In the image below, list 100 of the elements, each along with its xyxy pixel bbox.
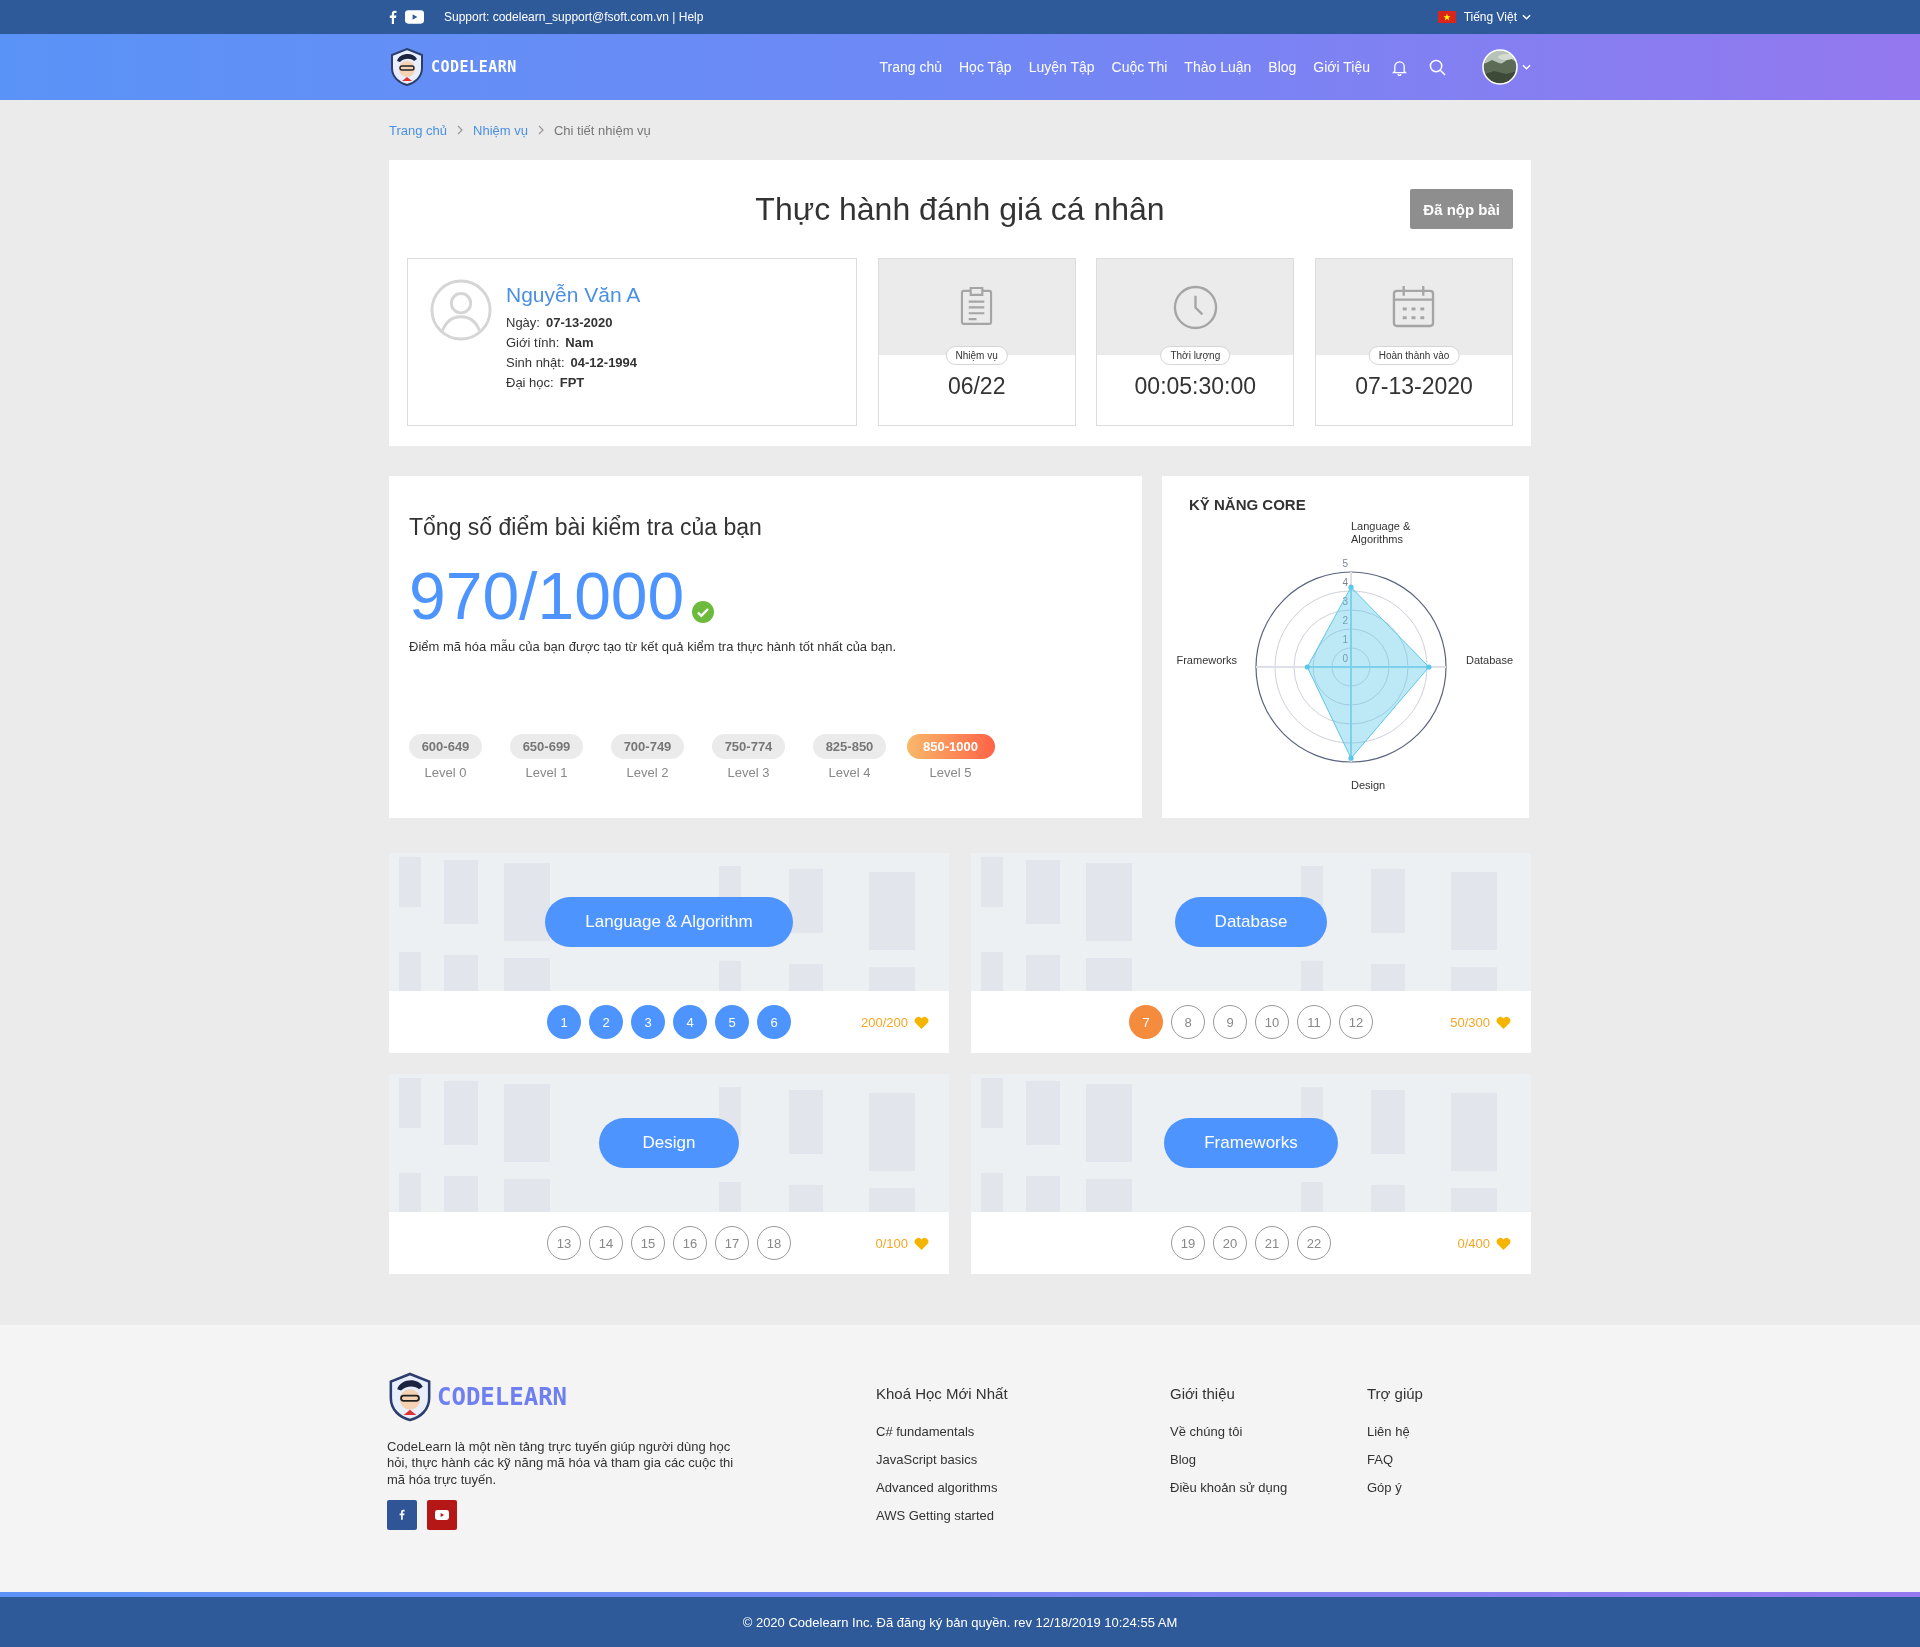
user-avatar-icon <box>430 279 492 341</box>
task-button[interactable]: 8 <box>1171 1005 1205 1039</box>
footer-link[interactable]: AWS Getting started <box>876 1508 1170 1523</box>
task-button[interactable]: 7 <box>1129 1005 1163 1039</box>
logo-text[interactable]: CODELEARN <box>431 58 517 76</box>
footer-link[interactable]: Liên hệ <box>1367 1424 1532 1439</box>
task-button[interactable]: 19 <box>1171 1226 1205 1260</box>
task-button[interactable]: 14 <box>589 1226 623 1260</box>
field-label: Ngày: <box>506 315 540 330</box>
breadcrumb-link[interactable]: Nhiệm vụ <box>473 122 528 138</box>
task-button[interactable]: 3 <box>631 1005 665 1039</box>
footer-link[interactable]: Điều khoản sử dụng <box>1170 1480 1367 1495</box>
bell-icon[interactable] <box>1392 58 1407 76</box>
skill-button[interactable]: Database <box>1174 897 1328 947</box>
level-label: Level 3 <box>727 765 770 780</box>
flag-icon <box>1437 11 1456 23</box>
task-button[interactable]: 2 <box>589 1005 623 1039</box>
axis-label: Language & Algorithms <box>1351 520 1412 547</box>
nav-link[interactable]: Blog <box>1268 59 1297 75</box>
footer-link[interactable]: Blog <box>1170 1452 1367 1467</box>
task-button[interactable]: 15 <box>631 1226 665 1260</box>
level-range-badge: 825-850 <box>813 734 886 759</box>
footer-link[interactable]: Góp ý <box>1367 1480 1532 1495</box>
footer-heading: Khoá Học Mới Nhất <box>876 1385 1009 1402</box>
task-button[interactable]: 22 <box>1297 1226 1331 1260</box>
youtube-button[interactable] <box>427 1499 457 1530</box>
footer-link[interactable]: C# fundamentals <box>876 1424 1170 1439</box>
data-point <box>1348 584 1354 590</box>
task-button[interactable]: 1 <box>547 1005 581 1039</box>
task-button[interactable]: 6 <box>757 1005 791 1039</box>
calendar-icon <box>1392 285 1436 328</box>
nav-link[interactable]: Trang chủ <box>879 59 942 75</box>
footer-link[interactable]: Advanced algorithms <box>876 1480 1170 1495</box>
nav-link[interactable]: Cuộc Thi <box>1111 59 1168 75</box>
stat-label: Nhiệm vụ <box>945 346 1008 365</box>
level-range-badge: 650-699 <box>510 734 583 759</box>
caret-icon <box>1522 14 1531 20</box>
footer-description: CodeLearn là một nền tảng trực tuyến giúp người dùng học hỏi, thực hành các kỹ năng mã hóa và tham gia các cuộc thi mã hóa trực tuyến. <box>387 1439 735 1488</box>
task-button[interactable]: 4 <box>673 1005 707 1039</box>
points-text: 200/200 <box>861 1014 908 1030</box>
field-label: Giới tính: <box>506 335 560 350</box>
skill-button[interactable]: Frameworks <box>1164 1118 1338 1168</box>
chevron-icon <box>538 125 544 135</box>
task-button[interactable]: 11 <box>1297 1005 1331 1039</box>
data-point <box>1348 755 1354 761</box>
task-button[interactable]: 12 <box>1339 1005 1373 1039</box>
radar-tick: 1 <box>1342 634 1348 645</box>
level-label: Level 1 <box>525 765 568 780</box>
logo-icon[interactable] <box>387 1371 433 1423</box>
radar-tick: 5 <box>1342 558 1348 569</box>
skill-button[interactable]: Design <box>599 1118 739 1168</box>
logo-icon[interactable] <box>389 47 425 87</box>
breadcrumb-current: Chi tiết nhiệm vụ <box>554 122 651 138</box>
stat-label: Thời lượng <box>1160 346 1231 365</box>
task-button[interactable]: 21 <box>1255 1226 1289 1260</box>
logo-text[interactable]: CODELEARN <box>437 1383 568 1411</box>
facebook-icon <box>399 1509 405 1521</box>
heart-icon <box>914 1015 929 1029</box>
skill-button[interactable]: Language & Algorithm <box>545 897 793 947</box>
footer-link[interactable]: Về chúng tôi <box>1170 1424 1367 1439</box>
user-name[interactable]: Nguyễn Văn A <box>506 283 641 307</box>
task-button[interactable]: 9 <box>1213 1005 1247 1039</box>
footer-link[interactable]: FAQ <box>1367 1452 1532 1467</box>
task-button[interactable]: 18 <box>757 1226 791 1260</box>
points-text: 0/100 <box>875 1235 908 1251</box>
axis-label: Design <box>1351 779 1386 793</box>
field-value: FPT <box>559 375 585 390</box>
breadcrumb-link[interactable]: Trang chủ <box>389 122 448 138</box>
nav-link[interactable]: Học Tập <box>959 59 1012 75</box>
radar-tick: 3 <box>1342 596 1348 607</box>
score-note: Điểm mã hóa mẫu của bạn được tạo từ kết quả kiểm tra thực hành tốt nhất của bạn. <box>409 639 897 654</box>
clock-icon <box>1172 285 1218 330</box>
task-button[interactable]: 13 <box>547 1226 581 1260</box>
nav-link[interactable]: Giới Tiệu <box>1313 59 1370 75</box>
footer-link[interactable]: JavaScript basics <box>876 1452 1170 1467</box>
facebook-icon[interactable] <box>389 10 397 24</box>
points-text: 50/300 <box>1450 1014 1490 1030</box>
facebook-button[interactable] <box>387 1499 417 1530</box>
nav-link[interactable]: Thảo Luận <box>1184 59 1252 75</box>
heart-icon <box>1496 1236 1511 1250</box>
score-title: Tổng số điểm bài kiểm tra của bạn <box>409 514 763 541</box>
youtube-icon[interactable] <box>405 10 424 24</box>
caret-icon[interactable] <box>1522 64 1531 70</box>
radar-tick: 0 <box>1342 653 1348 664</box>
language-selector[interactable]: Tiếng Việt <box>1463 10 1531 24</box>
task-button[interactable]: 16 <box>673 1226 707 1260</box>
youtube-icon <box>435 1509 449 1520</box>
nav-link[interactable]: Luyện Tập <box>1028 59 1095 75</box>
task-button[interactable]: 10 <box>1255 1005 1289 1039</box>
task-button[interactable]: 17 <box>715 1226 749 1260</box>
level-label: Level 0 <box>424 765 467 780</box>
field-value: 07-13-2020 <box>545 315 613 330</box>
task-button[interactable]: 5 <box>715 1005 749 1039</box>
axis-label: Database <box>1466 654 1514 668</box>
task-button[interactable]: 20 <box>1213 1226 1247 1260</box>
search-icon[interactable] <box>1429 58 1446 76</box>
field-value: 04-12-1994 <box>570 355 638 370</box>
chevron-icon <box>457 125 464 135</box>
level-range-badge: 850-1000 <box>906 734 995 759</box>
field-label: Đại học: <box>506 375 554 390</box>
